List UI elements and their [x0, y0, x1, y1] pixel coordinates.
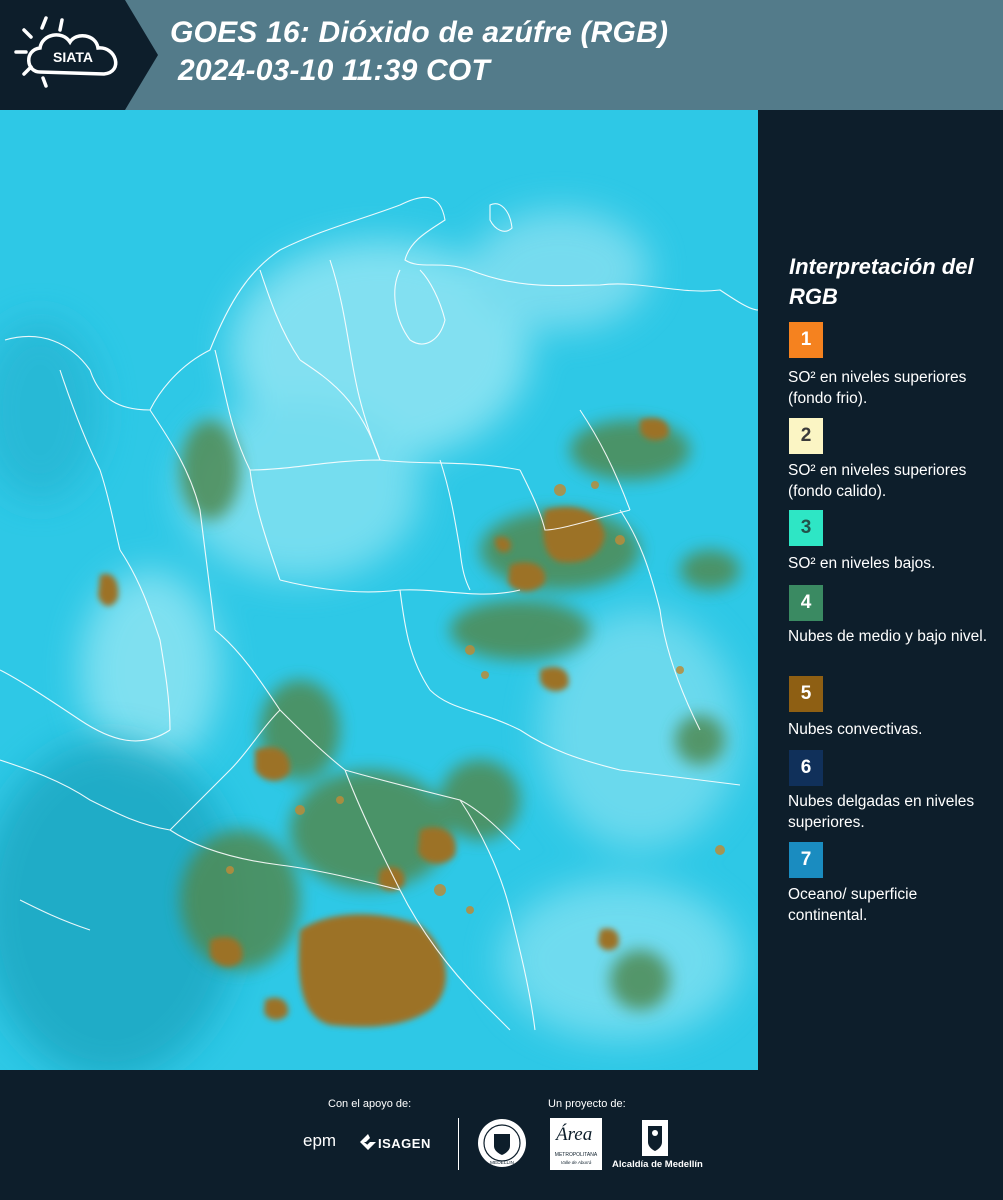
alcaldia-emblem[interactable]: [640, 1118, 670, 1158]
legend-swatch-4: 4: [789, 585, 823, 621]
title-product: GOES 16: Dióxido de azúfre (RGB): [170, 16, 669, 49]
legend-number-5: 5: [800, 683, 812, 704]
legend-swatch-5: 5: [789, 676, 823, 712]
satellite-rgb-image: [0, 110, 758, 1070]
legend-swatch-1: 1: [789, 322, 823, 358]
legend-text-7: Oceano/ superficie continental.: [788, 886, 918, 924]
alcaldia-shield-icon: [642, 1120, 668, 1156]
legend-text-2: SO² en niveles superiores (fondo calido)…: [788, 462, 967, 500]
satellite-map[interactable]: [0, 110, 758, 1070]
legend-title: Interpretación del RGB: [789, 254, 974, 309]
footer-bar: Con el apoyo de: Un proyecto de: epm ISA…: [0, 1070, 1003, 1200]
siata-logo-graphic: SIATA: [0, 0, 158, 110]
legend-panel: Interpretación del RGB 1 SO² en niveles …: [758, 110, 1003, 1070]
legend-number-6: 6: [800, 757, 812, 778]
legend-text-3: SO² en niveles bajos.: [788, 555, 936, 572]
isagen-symbol-icon: [360, 1134, 376, 1150]
legend-number-1: 1: [800, 329, 812, 350]
svg-text:SIATA: SIATA: [53, 49, 93, 65]
footer-divider: [458, 1118, 459, 1170]
isagen-text: ISAGEN: [378, 1136, 431, 1151]
isagen-logo[interactable]: ISAGEN: [358, 1133, 438, 1153]
title-timestamp: 2024-03-10 11:39 COT: [178, 54, 490, 87]
siata-logo[interactable]: SIATA: [0, 0, 158, 110]
legend-number-2: 2: [800, 425, 812, 446]
legend-number-7: 7: [800, 849, 812, 870]
project-label: Un proyecto de:: [548, 1098, 626, 1110]
legend-swatch-7: 7: [789, 842, 823, 878]
medellin-seal[interactable]: MEDELLIN: [477, 1118, 527, 1168]
legend-number-3: 3: [800, 517, 812, 538]
support-label: Con el apoyo de:: [328, 1098, 412, 1110]
legend-swatch-2: 2: [789, 418, 823, 454]
area-metropolitana-logo[interactable]: Área METROPOLITANA Valle de Aburrá: [550, 1118, 602, 1170]
area-logo-subtitle: METROPOLITANA: [554, 1152, 598, 1158]
area-logo-text: Área: [556, 1124, 593, 1145]
header-bar: SIATA GOES 16: Dióxido de azúfre (RGB) 2…: [0, 0, 1003, 110]
legend-text-1: SO² en niveles superiores (fondo frio).: [788, 369, 967, 407]
legend-swatch-3: 3: [789, 510, 823, 546]
area-logo-subtitle2: Valle de Aburrá: [560, 1160, 592, 1165]
legend-text-4: Nubes de medio y bajo nivel.: [788, 628, 988, 645]
epm-logo[interactable]: epm: [303, 1131, 336, 1151]
legend-text-5: Nubes convectivas.: [788, 721, 923, 738]
legend-swatch-6: 6: [789, 750, 823, 786]
legend-text-6: Nubes delgadas en niveles superiores.: [788, 793, 975, 831]
alcaldia-text: Alcaldía de Medellín: [612, 1159, 703, 1170]
seal-icon: MEDELLIN: [478, 1119, 526, 1167]
svg-text:MEDELLIN: MEDELLIN: [490, 1160, 515, 1166]
legend-number-4: 4: [800, 592, 812, 613]
